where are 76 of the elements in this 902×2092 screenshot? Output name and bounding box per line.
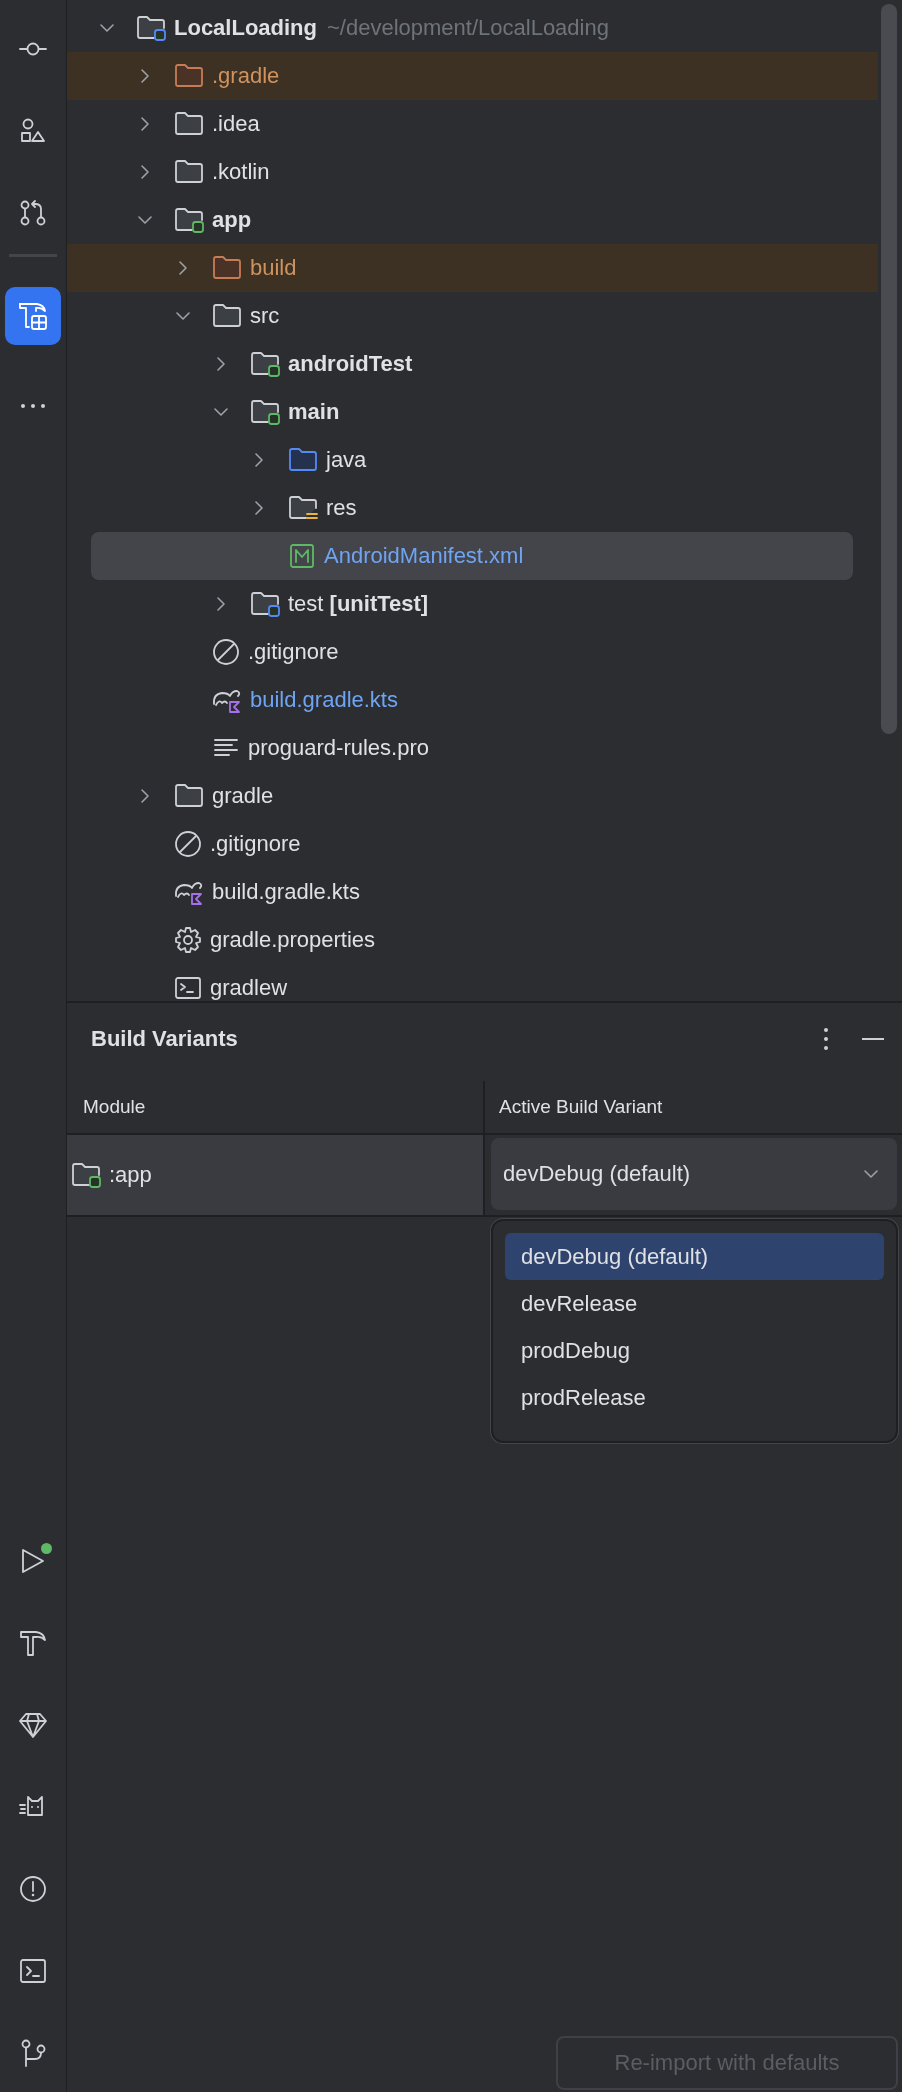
tree-item-label: build	[250, 255, 297, 281]
tree-item[interactable]: proguard-rules.pro	[67, 724, 878, 772]
module-cell: :app	[67, 1135, 485, 1215]
tree-item[interactable]: java	[67, 436, 878, 484]
tree-item[interactable]: build	[67, 244, 878, 292]
tree-item-label: src	[250, 303, 280, 329]
folder-icon	[250, 398, 280, 426]
tree-item[interactable]: res	[67, 484, 878, 532]
tree-item[interactable]: .gradle	[67, 52, 878, 100]
tree-item[interactable]: test [unitTest]	[67, 580, 878, 628]
tree-item[interactable]: build.gradle.kts	[67, 868, 878, 916]
tree-item[interactable]: src	[67, 292, 878, 340]
folder-icon	[174, 110, 204, 138]
column-header: Module	[67, 1081, 485, 1133]
tree-item[interactable]: gradle.properties	[67, 916, 878, 964]
tree-item[interactable]: app	[67, 196, 878, 244]
tree-item-label: test [unitTest]	[288, 591, 429, 617]
tree-item[interactable]: androidTest	[67, 340, 878, 388]
build-variants-icon[interactable]	[5, 287, 61, 345]
tree-item-label: AndroidManifest.xml	[324, 543, 524, 569]
tree-item-label: java	[326, 447, 367, 473]
dropdown-option[interactable]: prodDebug	[505, 1327, 884, 1374]
more-options-icon[interactable]	[822, 1026, 830, 1052]
tree-item-label: gradle.properties	[210, 927, 376, 953]
dropdown-option[interactable]: devDebug (default)	[505, 1233, 884, 1280]
tree-item-label: .kotlin	[212, 159, 270, 185]
folder-icon	[288, 446, 318, 474]
running-indicator	[41, 1543, 52, 1554]
tree-item[interactable]: gradle	[67, 772, 878, 820]
tree-item-label: app	[212, 207, 252, 233]
tree-item-label: .idea	[212, 111, 260, 137]
resource-folder-icon	[288, 494, 318, 522]
terminal-file-icon	[174, 974, 202, 1002]
tree-item-label: LocalLoading	[174, 15, 317, 41]
manifest-file-icon	[288, 542, 316, 570]
ignore-file-icon	[212, 638, 240, 666]
scrollbar-thumb[interactable]	[881, 4, 897, 734]
tree-item-label: .gitignore	[210, 831, 301, 857]
column-header: Active Build Variant	[498, 1095, 663, 1119]
tree-item-label: .gradle	[212, 63, 280, 89]
tree-item-label: build.gradle.kts	[250, 687, 398, 713]
tree-item[interactable]: .kotlin	[67, 148, 878, 196]
variant-dropdown[interactable]: devDebug (default)	[491, 1138, 897, 1210]
project-path: ~/development/LocalLoading	[327, 15, 609, 41]
tree-item-label: res	[326, 495, 357, 521]
tree-item-label: androidTest	[288, 351, 413, 377]
tree-item[interactable]: .gitignore	[67, 820, 878, 868]
tree-item-label: main	[288, 399, 340, 425]
dropdown-option[interactable]: devRelease	[505, 1280, 884, 1327]
panel-title: Build Variants	[91, 1026, 239, 1052]
tree-item-label: .gitignore	[248, 639, 339, 665]
folder-icon	[250, 350, 280, 378]
tree-item-label: build.gradle.kts	[212, 879, 360, 905]
folder-icon	[136, 14, 166, 42]
folder-icon	[174, 158, 204, 186]
folder-icon	[174, 62, 204, 90]
tree-item[interactable]: AndroidManifest.xml	[91, 532, 853, 580]
tree-item[interactable]: LocalLoading ~/development/LocalLoading	[67, 4, 878, 52]
tree-item-label: gradlew	[210, 975, 288, 1001]
ignore-file-icon	[174, 830, 202, 858]
tree-item[interactable]: .gitignore	[67, 628, 878, 676]
folder-icon	[212, 254, 242, 282]
tree-item-label: gradle	[212, 783, 274, 809]
tree-item-label: proguard-rules.pro	[248, 735, 429, 761]
folder-icon	[250, 590, 280, 618]
tree-item[interactable]: gradlew	[67, 964, 878, 1012]
minimize-icon[interactable]	[862, 1037, 884, 1041]
folder-icon	[174, 206, 204, 234]
folder-icon	[212, 302, 242, 330]
tree-item[interactable]: .idea	[67, 100, 878, 148]
module-folder-icon	[71, 1161, 101, 1189]
gear-icon	[174, 926, 202, 954]
dropdown-option[interactable]: prodRelease	[505, 1374, 884, 1421]
tree-item[interactable]: build.gradle.kts	[67, 676, 878, 724]
tree-item[interactable]: main	[67, 388, 878, 436]
folder-icon	[174, 782, 204, 810]
